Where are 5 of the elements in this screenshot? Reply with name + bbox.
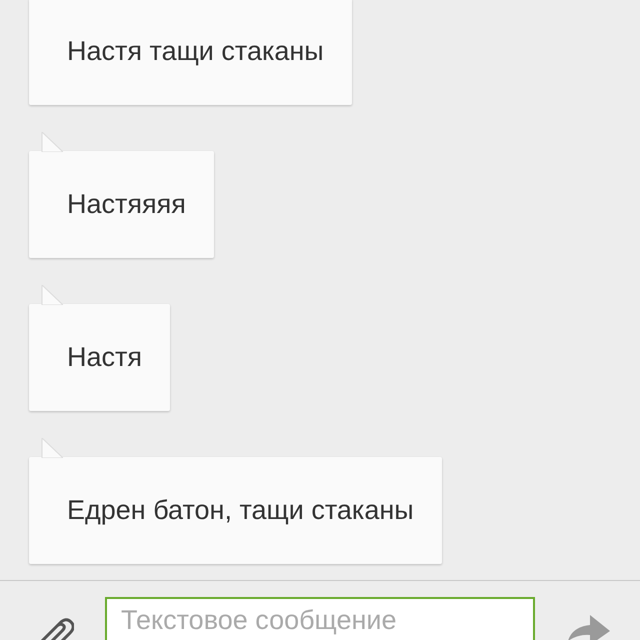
message-text: Настяяяя [67, 189, 186, 220]
message-text: Едрен батон, тащи стаканы [67, 495, 414, 526]
message-text: Настя [67, 342, 142, 373]
message-text: Настя тащи стаканы [67, 36, 324, 67]
message-input[interactable]: Текстовое сообщение [105, 597, 535, 640]
